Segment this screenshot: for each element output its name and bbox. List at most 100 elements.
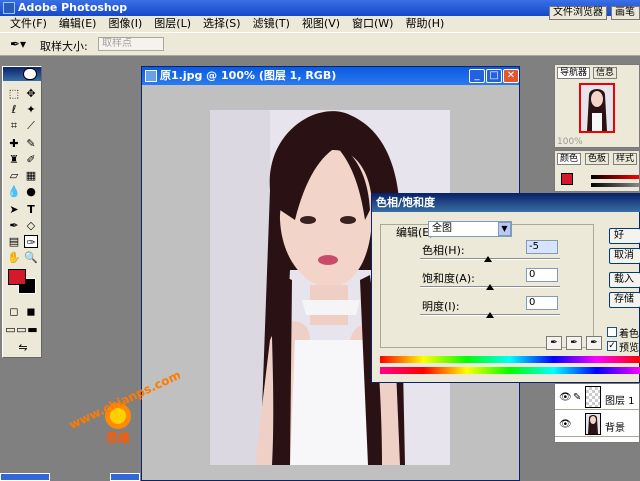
layer-name[interactable]: 背景 bbox=[605, 419, 625, 434]
tab-file-browser[interactable]: 文件浏览器 bbox=[549, 6, 607, 20]
saturation-value-input[interactable]: 0 bbox=[526, 268, 558, 282]
preview-checkbox[interactable]: ✓ bbox=[607, 341, 617, 351]
layer-thumbnail bbox=[585, 413, 601, 435]
layer-thumbnail bbox=[585, 386, 601, 408]
document-titlebar[interactable]: 原1.jpg @ 100% (图层 1, RGB) bbox=[142, 67, 519, 85]
menu-select[interactable]: 选择(S) bbox=[197, 16, 247, 32]
eyedropper-plus-icon[interactable]: ✒ bbox=[566, 336, 582, 350]
document-title: 原1.jpg @ 100% (图层 1, RGB) bbox=[160, 69, 337, 82]
colorize-checkbox[interactable] bbox=[607, 327, 617, 337]
magic-wand-tool-icon[interactable]: ✦ bbox=[24, 103, 38, 116]
hue-value-input[interactable]: -5 bbox=[526, 240, 558, 254]
lasso-tool-icon[interactable]: ℓ bbox=[7, 103, 21, 116]
colorize-label: 着色(O) bbox=[619, 329, 640, 340]
hue-slider-thumb[interactable] bbox=[484, 256, 493, 262]
preview-label: 预览(P) bbox=[619, 343, 640, 354]
maximize-button[interactable]: □ bbox=[486, 69, 502, 83]
brush-tool-icon[interactable]: ✎ bbox=[24, 137, 38, 150]
palette-well bbox=[546, 32, 640, 54]
healing-brush-tool-icon[interactable]: ✚ bbox=[7, 137, 21, 150]
screen-mode-menu-icon[interactable]: ▭ bbox=[16, 323, 27, 336]
eyedropper-tool-preset-icon[interactable]: ✒▾ bbox=[10, 37, 28, 51]
screen-mode-standard-icon[interactable]: ▭ bbox=[5, 323, 16, 336]
menu-layer[interactable]: 图层(L) bbox=[148, 16, 197, 32]
quickmask-mode-icon[interactable]: ◼ bbox=[24, 305, 38, 318]
menu-view[interactable]: 视图(V) bbox=[296, 16, 346, 32]
zoom-tool-icon[interactable]: 🔍 bbox=[24, 251, 38, 264]
standard-mode-icon[interactable]: ◻ bbox=[7, 305, 21, 318]
toolbox: ⬚ ✥ ℓ ✦ ⌗ ⟋ ✚ ✎ ♜ ✐ ▱ ▦ 💧 ● ➤ T ✒ ◇ ▤ ✑ … bbox=[2, 66, 42, 358]
layer-row[interactable]: 👁 ✎ 图层 1 bbox=[555, 384, 639, 410]
color-panel: 颜色 色板 样式 bbox=[554, 150, 640, 192]
path-selection-tool-icon[interactable]: ➤ bbox=[7, 203, 21, 216]
navigator-panel: 导航器 信息 100% bbox=[554, 64, 640, 148]
layers-panel: 👁 ✎ 图层 1 👁 背景 bbox=[554, 383, 640, 443]
tab-swatches[interactable]: 色板 bbox=[585, 153, 610, 165]
slice-tool-icon[interactable]: ⟋ bbox=[24, 119, 38, 132]
dialog-titlebar[interactable]: 色相/饱和度 bbox=[372, 194, 640, 212]
notes-tool-icon[interactable]: ▤ bbox=[7, 235, 21, 248]
brush-link-icon[interactable]: ✎ bbox=[573, 392, 581, 403]
jump-to-imageready-icon[interactable]: ⇋ bbox=[11, 341, 35, 354]
tab-navigator[interactable]: 导航器 bbox=[557, 67, 591, 79]
marquee-tool-icon[interactable]: ⬚ bbox=[7, 87, 21, 100]
taskbar-item[interactable] bbox=[0, 473, 50, 481]
adobe-eye-icon[interactable] bbox=[23, 68, 37, 80]
history-brush-tool-icon[interactable]: ✐ bbox=[24, 153, 38, 166]
panel-foreground-swatch[interactable] bbox=[561, 173, 573, 185]
tab-styles[interactable]: 样式 bbox=[613, 153, 638, 165]
tab-info[interactable]: 信息 bbox=[593, 67, 618, 79]
eye-icon[interactable]: 👁 bbox=[559, 419, 572, 430]
type-tool-icon[interactable]: T bbox=[24, 203, 38, 216]
eyedropper-minus-icon[interactable]: ✒ bbox=[586, 336, 602, 350]
eyedropper-tool-icon[interactable]: ✑ bbox=[24, 235, 38, 249]
ok-button[interactable]: 好 bbox=[609, 228, 640, 244]
menu-help[interactable]: 帮助(H) bbox=[399, 16, 450, 32]
color-slider-g[interactable] bbox=[591, 183, 639, 187]
color-slider-r[interactable] bbox=[591, 175, 639, 179]
eye-icon[interactable]: 👁 bbox=[559, 392, 572, 403]
menu-filter[interactable]: 滤镜(T) bbox=[247, 16, 296, 32]
minimize-button[interactable]: _ bbox=[469, 69, 485, 83]
menu-bar: 文件(F) 编辑(E) 图像(I) 图层(L) 选择(S) 滤镜(T) 视图(V… bbox=[0, 16, 640, 32]
eraser-tool-icon[interactable]: ▱ bbox=[7, 169, 21, 182]
gradient-tool-icon[interactable]: ▦ bbox=[24, 169, 38, 182]
hue-bar-before bbox=[380, 356, 640, 363]
dodge-tool-icon[interactable]: ● bbox=[24, 185, 38, 198]
lightness-slider-thumb[interactable] bbox=[486, 312, 494, 318]
save-button[interactable]: 存储 bbox=[609, 292, 640, 308]
menu-edit[interactable]: 编辑(E) bbox=[53, 16, 103, 32]
load-button[interactable]: 载入 bbox=[609, 272, 640, 288]
photoshop-logo-icon bbox=[3, 2, 15, 14]
menu-window[interactable]: 窗口(W) bbox=[346, 16, 399, 32]
hand-tool-icon[interactable]: ✋ bbox=[7, 251, 21, 264]
document-icon bbox=[145, 70, 157, 82]
lightness-value-input[interactable]: 0 bbox=[526, 296, 558, 310]
blur-tool-icon[interactable]: 💧 bbox=[7, 185, 21, 198]
eyedropper-icon[interactable]: ✒ bbox=[546, 336, 562, 350]
close-button[interactable]: ✕ bbox=[503, 69, 519, 83]
saturation-slider-thumb[interactable] bbox=[486, 284, 494, 290]
move-tool-icon[interactable]: ✥ bbox=[24, 87, 38, 100]
cancel-button[interactable]: 取消 bbox=[609, 248, 640, 264]
pen-tool-icon[interactable]: ✒ bbox=[7, 219, 21, 232]
svg-text:思缘: 思缘 bbox=[106, 430, 130, 445]
taskbar-item[interactable] bbox=[110, 473, 140, 481]
layer-name[interactable]: 图层 1 bbox=[605, 392, 635, 407]
crop-tool-icon[interactable]: ⌗ bbox=[7, 119, 21, 132]
foreground-color-front[interactable] bbox=[8, 269, 26, 285]
navigator-zoom[interactable]: 100% bbox=[557, 137, 583, 147]
menu-file[interactable]: 文件(F) bbox=[4, 16, 53, 32]
tab-brushes[interactable]: 画笔 bbox=[611, 6, 640, 20]
clone-stamp-tool-icon[interactable]: ♜ bbox=[7, 153, 21, 166]
chevron-down-icon[interactable]: ▼ bbox=[498, 222, 511, 236]
sample-size-select[interactable]: 取样点 bbox=[98, 37, 164, 51]
app-titlebar: Adobe Photoshop bbox=[0, 0, 640, 16]
menu-image[interactable]: 图像(I) bbox=[102, 16, 148, 32]
shape-tool-icon[interactable]: ◇ bbox=[24, 219, 38, 232]
options-bar bbox=[0, 32, 640, 56]
layer-row[interactable]: 👁 背景 bbox=[555, 411, 639, 437]
screen-mode-full-icon[interactable]: ▬ bbox=[27, 323, 38, 336]
tab-color[interactable]: 颜色 bbox=[557, 153, 582, 165]
navigator-thumbnail[interactable] bbox=[579, 83, 615, 133]
